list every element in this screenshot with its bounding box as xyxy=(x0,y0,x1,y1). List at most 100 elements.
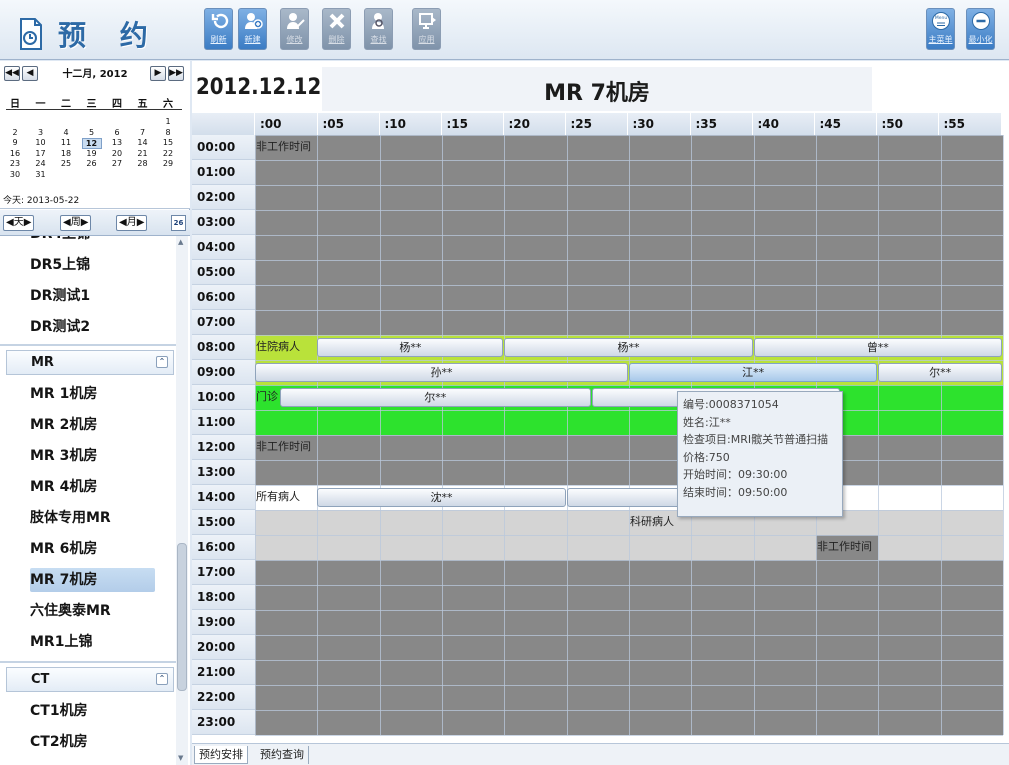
room-item[interactable]: DR测试1 xyxy=(30,284,155,308)
hour-label: 23:00 xyxy=(192,710,255,735)
calendar-day[interactable]: 22 xyxy=(158,149,178,158)
main-menu-icon: Menu xyxy=(931,12,950,30)
toolbar-button-1[interactable]: 新建 xyxy=(238,8,267,50)
room-item[interactable]: MR 3机房 xyxy=(30,444,155,468)
room-item[interactable]: MR 7机房 xyxy=(30,568,155,592)
toolbar-button-0[interactable]: 刷新 xyxy=(204,8,233,50)
grid-line xyxy=(1003,135,1004,735)
new-user-icon xyxy=(244,13,263,29)
toolbar-button-5[interactable]: 应用 xyxy=(412,8,441,50)
hour-label: 07:00 xyxy=(192,310,255,335)
room-item[interactable]: MR 2机房 xyxy=(30,413,155,437)
calendar-day[interactable]: 15 xyxy=(158,138,178,147)
month-view-button[interactable]: ◀月▶ xyxy=(116,215,148,231)
room-item[interactable]: 六住奥泰MR xyxy=(30,599,155,623)
calendar-day[interactable]: 11 xyxy=(56,138,76,147)
scroll-down-icon[interactable]: ▼ xyxy=(178,754,183,762)
toolbar-button-3[interactable]: 删除 xyxy=(322,8,351,50)
hour-label: 18:00 xyxy=(192,585,255,610)
calendar-day[interactable]: 25 xyxy=(56,159,76,168)
scrollbar-thumb[interactable] xyxy=(177,543,187,691)
prev-month-button[interactable]: ◀ xyxy=(22,66,38,81)
room-list-scrollbar[interactable]: ▲ ▼ xyxy=(176,236,188,765)
appointment-block[interactable]: 江** xyxy=(629,363,878,382)
toolbar-button-2[interactable]: 修改 xyxy=(280,8,309,50)
appointment-block[interactable]: 尔** xyxy=(878,363,1002,382)
grid-line xyxy=(255,435,1003,436)
calendar-day[interactable]: 23 xyxy=(5,159,25,168)
tab-booking-schedule[interactable]: 预约安排 xyxy=(194,746,248,764)
room-item[interactable]: DR测试2 xyxy=(30,315,155,339)
appointment-block[interactable]: 曾** xyxy=(753,338,1002,357)
room-item[interactable]: MR 1机房 xyxy=(30,382,155,406)
grid-line xyxy=(255,535,1003,536)
appointment-block[interactable]: 沈** xyxy=(317,488,566,507)
hour-label: 15:00 xyxy=(192,510,255,535)
calendar-day[interactable]: 8 xyxy=(158,128,178,137)
grid-line xyxy=(255,560,1003,561)
calendar-day[interactable]: 27 xyxy=(107,159,127,168)
room-item[interactable]: CT2机房 xyxy=(30,730,155,754)
calendar-day[interactable]: 10 xyxy=(31,138,51,147)
calendar-day[interactable]: 16 xyxy=(5,149,25,158)
today-calendar-icon[interactable]: 26 xyxy=(171,215,186,231)
day-view-button[interactable]: ◀天▶ xyxy=(3,215,35,231)
room-item[interactable]: MR1上锦 xyxy=(30,630,155,654)
group-header-mr[interactable]: MR ⌃ xyxy=(6,350,174,375)
calendar-day[interactable]: 29 xyxy=(158,159,178,168)
calendar-day[interactable]: 5 xyxy=(82,128,102,137)
tab-booking-query[interactable]: 预约查询 xyxy=(256,746,309,764)
room-item[interactable]: CT1机房 xyxy=(30,699,155,723)
calendar-day[interactable]: 7 xyxy=(133,128,153,137)
calendar-day[interactable]: 31 xyxy=(31,170,51,179)
time-slots[interactable]: 非工作时间 住院病人 门诊 非工作时间 所有病人 科研病人 非工作时间 杨** 杨** 曾** 孙*… xyxy=(255,135,1004,736)
minute-header-cell: :35 xyxy=(690,113,753,135)
calendar-day[interactable]: 9 xyxy=(5,138,25,147)
room-item[interactable]: DR5上锦 xyxy=(30,253,155,277)
collapse-chevron-icon[interactable]: ⌃ xyxy=(156,356,168,368)
room-item[interactable]: DR4上锦 xyxy=(30,236,155,246)
appointment-block[interactable]: 杨** xyxy=(317,338,504,357)
calendar-day[interactable]: 6 xyxy=(107,128,127,137)
group-header-ct[interactable]: CT ⌃ xyxy=(6,667,174,692)
calendar-day[interactable]: 12 xyxy=(81,138,102,149)
calendar-day[interactable]: 21 xyxy=(133,149,153,158)
room-item[interactable]: MR 4机房 xyxy=(30,475,155,499)
appointment-block[interactable]: 杨** xyxy=(504,338,753,357)
toolbar-right-button-1[interactable]: 最小化 xyxy=(966,8,995,50)
grid-line xyxy=(255,385,1003,386)
calendar-day[interactable]: 30 xyxy=(5,170,25,179)
calendar-day[interactable]: 2 xyxy=(5,128,25,137)
next-year-button[interactable]: ▶▶ xyxy=(168,66,184,81)
week-view-button[interactable]: ◀周▶ xyxy=(60,215,92,231)
calendar-day[interactable]: 20 xyxy=(107,149,127,158)
next-month-button[interactable]: ▶ xyxy=(150,66,166,81)
grid-line xyxy=(255,285,1003,286)
hour-label: 12:00 xyxy=(192,435,255,460)
scroll-up-icon[interactable]: ▲ xyxy=(178,238,183,246)
calendar-day[interactable]: 19 xyxy=(82,149,102,158)
calendar-day[interactable]: 1 xyxy=(158,117,178,126)
today-label[interactable]: 今天: 2013-05-22 xyxy=(3,193,79,206)
calendar-day[interactable]: 18 xyxy=(56,149,76,158)
toolbar-button-4[interactable]: 查找 xyxy=(364,8,393,50)
appointment-block[interactable]: 孙** xyxy=(255,363,628,382)
app-title: 预 约 xyxy=(58,19,160,52)
prev-year-button[interactable]: ◀◀ xyxy=(4,66,20,81)
room-item[interactable]: 肢体专用MR xyxy=(30,506,155,530)
toolbar-right-button-0[interactable]: Menu 主菜单 xyxy=(926,8,955,50)
calendar-day[interactable]: 13 xyxy=(107,138,127,147)
room-item[interactable]: MR 6机房 xyxy=(30,537,155,561)
collapse-chevron-icon[interactable]: ⌃ xyxy=(156,673,168,685)
calendar-day[interactable]: 3 xyxy=(31,128,51,137)
calendar-day[interactable]: 28 xyxy=(133,159,153,168)
calendar-day[interactable]: 26 xyxy=(82,159,102,168)
appointment-tooltip: 编号:0008371054 姓名:江** 检查项目:MRI髋关节普通扫描 价格:… xyxy=(677,391,843,517)
calendar-day[interactable]: 14 xyxy=(133,138,153,147)
calendar-day[interactable]: 4 xyxy=(56,128,76,137)
calendar-day[interactable]: 24 xyxy=(31,159,51,168)
calendar-day[interactable]: 17 xyxy=(31,149,51,158)
appointment-block[interactable]: 尔** xyxy=(279,388,591,407)
bottom-tabs: 预约安排 预约查询 xyxy=(192,743,1009,765)
room-title: MR 7机房 xyxy=(544,81,650,106)
